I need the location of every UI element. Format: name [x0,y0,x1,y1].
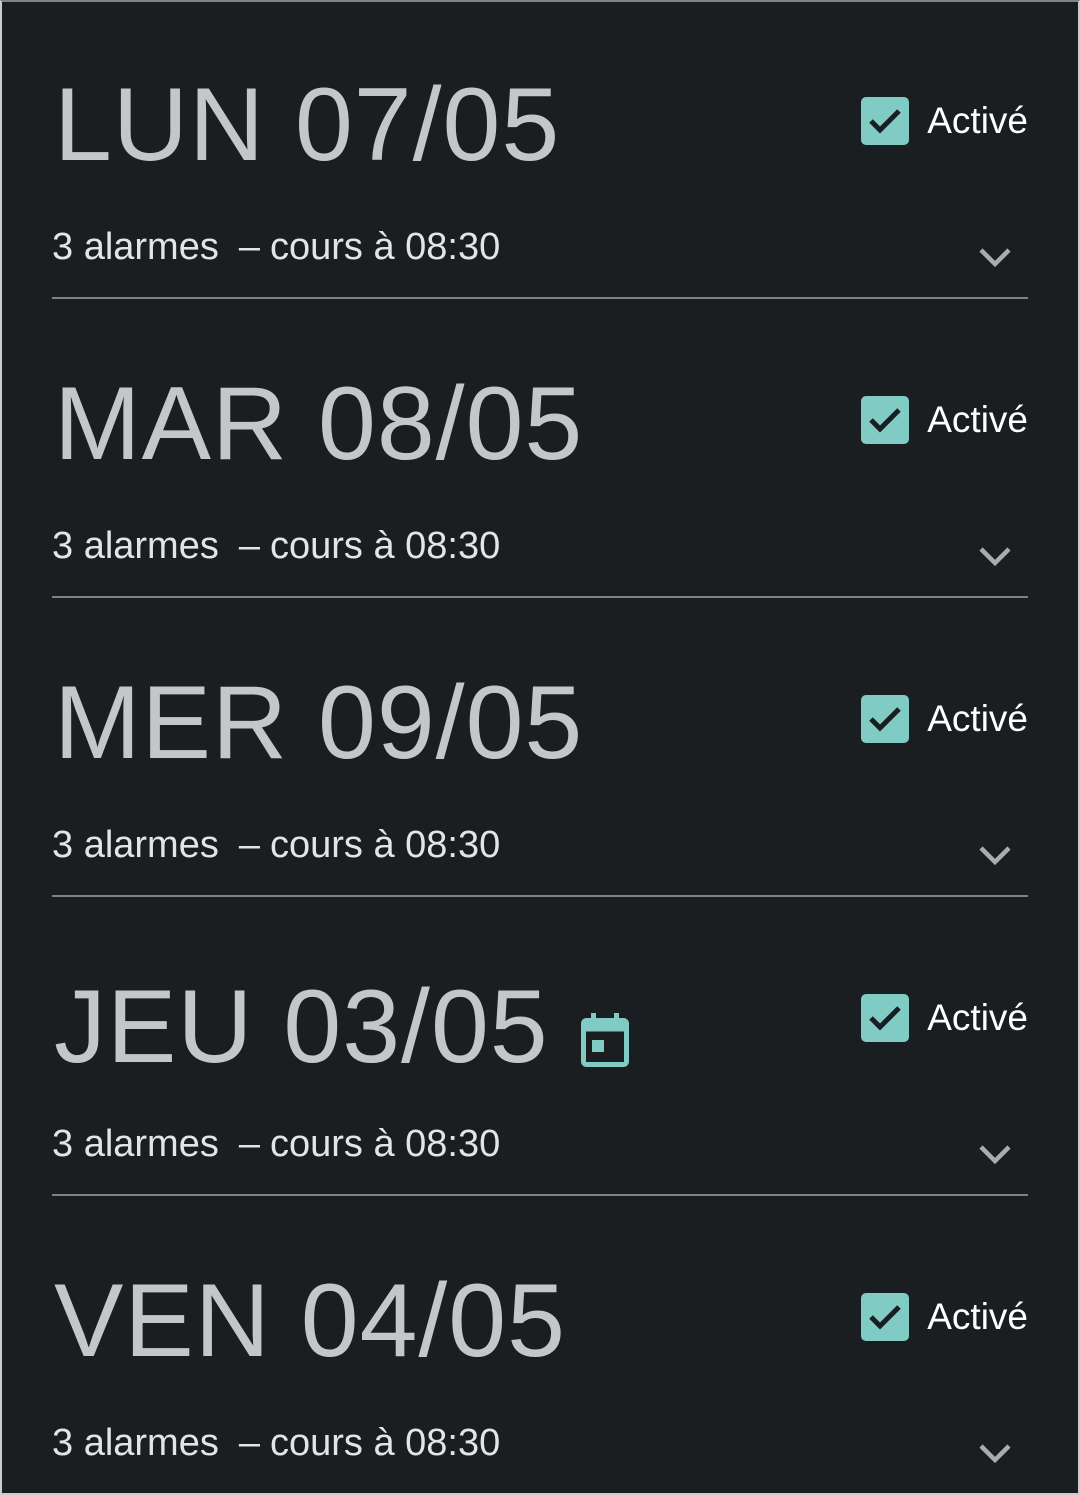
chevron-down-icon[interactable] [978,1143,1012,1167]
course-time: cours à 08:30 [269,525,501,567]
day-title-text: LUN 07/05 [54,67,561,183]
activated-checkbox[interactable]: Activé [861,1292,1028,1342]
calendar-icon [580,975,629,1089]
course-time: cours à 08:30 [269,824,501,866]
activated-label: Activé [927,399,1028,440]
day-title: VEN 04/05 [54,1264,566,1378]
activated-checkbox[interactable]: Activé [861,395,1028,445]
activated-checkbox[interactable]: Activé [861,993,1028,1043]
chevron-down-icon[interactable] [978,1442,1012,1466]
day-title: MER 09/05 [54,666,583,780]
alarm-summary: 3 alarmes – cours à 08:30 [52,222,500,272]
alarm-count: 3 alarmes [52,824,219,866]
check-icon [869,109,902,134]
separator: – [238,525,260,567]
activated-checkbox[interactable]: Activé [861,694,1028,744]
separator: – [238,226,260,268]
separator: – [238,824,260,866]
activated-label: Activé [927,698,1028,739]
alarm-summary: 3 alarmes – cours à 08:30 [52,521,500,571]
check-icon [869,408,902,433]
day-title-text: MER 09/05 [54,665,584,781]
chevron-down-icon[interactable] [978,844,1012,868]
day-card-lun: LUN 07/05 Activé 3 alarmes – cours à 08:30 [52,0,1028,299]
alarm-count: 3 alarmes [52,226,219,268]
course-time: cours à 08:30 [269,1123,501,1165]
alarm-summary: 3 alarmes – cours à 08:30 [52,820,500,870]
alarm-count: 3 alarmes [52,1422,219,1464]
checkbox-box[interactable] [861,396,910,444]
day-card-ven: VEN 04/05 Activé 3 alarmes – cours à 08:30 [52,1196,1028,1495]
day-title: JEU 03/05 [54,965,629,1089]
checkbox-box[interactable] [861,1293,910,1341]
alarm-summary: 3 alarmes – cours à 08:30 [52,1418,500,1468]
day-title-text: MAR 08/05 [54,366,584,482]
alarm-count: 3 alarmes [52,1123,219,1165]
alarm-count: 3 alarmes [52,525,219,567]
day-title: MAR 08/05 [54,367,583,481]
checkbox-box[interactable] [861,695,910,743]
separator: – [238,1123,260,1165]
day-card-mer: MER 09/05 Activé 3 alarmes – cours à 08:30 [52,598,1028,897]
check-icon [869,707,902,732]
course-time: cours à 08:30 [269,226,501,268]
activated-label: Activé [927,100,1028,141]
checkbox-box[interactable] [861,97,910,145]
activated-label: Activé [927,1296,1028,1337]
day-title: LUN 07/05 [54,68,560,182]
course-time: cours à 08:30 [269,1422,501,1464]
day-card-jeu: JEU 03/05 Activé 3 alarmes – cours à 08:30 [52,897,1028,1196]
checkbox-box[interactable] [861,994,910,1042]
separator: – [238,1422,260,1464]
day-title-text: JEU 03/05 [54,969,549,1085]
chevron-down-icon[interactable] [978,246,1012,270]
activated-checkbox[interactable]: Activé [861,96,1028,146]
alarm-summary: 3 alarmes – cours à 08:30 [52,1119,500,1169]
day-title-text: VEN 04/05 [54,1263,566,1379]
check-icon [869,1006,902,1031]
day-card-mar: MAR 08/05 Activé 3 alarmes – cours à 08:30 [52,299,1028,598]
check-icon [869,1305,902,1330]
chevron-down-icon[interactable] [978,545,1012,569]
activated-label: Activé [927,997,1028,1038]
